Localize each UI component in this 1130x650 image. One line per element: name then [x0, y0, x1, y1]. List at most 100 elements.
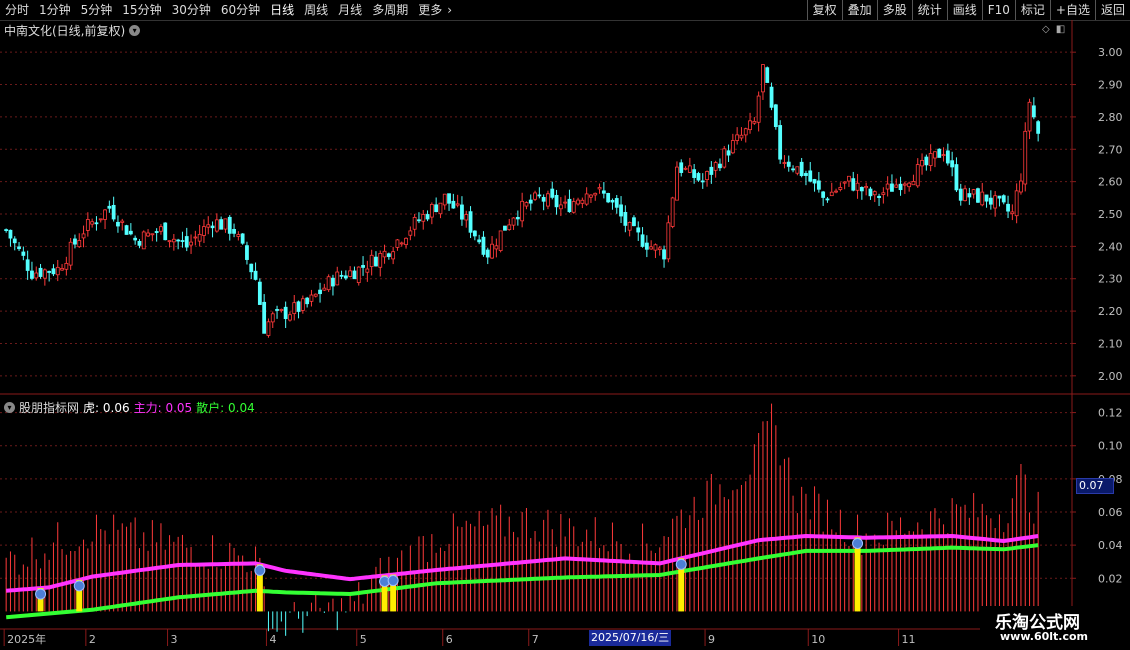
- candle-body: [902, 183, 907, 186]
- candle-body: [726, 150, 731, 156]
- window-toggle-icon[interactable]: ◧: [1056, 24, 1065, 35]
- candle-body: [610, 199, 615, 203]
- candle-body: [567, 198, 572, 213]
- candle-body: [571, 201, 576, 213]
- candle-body: [197, 233, 202, 242]
- candle-body: [756, 95, 761, 123]
- candle-body: [589, 194, 593, 198]
- candle-body: [700, 180, 705, 183]
- candle-body: [1014, 190, 1019, 217]
- candle-body: [348, 270, 353, 277]
- candle-body: [369, 254, 374, 267]
- candle-body: [417, 219, 421, 222]
- candle-body: [133, 237, 138, 241]
- indicator-header: ▾ 股朋指标网 虎: 0.06 主力: 0.05 散户: 0.04: [4, 399, 255, 416]
- candle-body: [343, 275, 348, 279]
- candle-body: [210, 225, 215, 229]
- indicator-field: 散户: 0.04: [196, 401, 255, 415]
- candle-body: [924, 156, 929, 166]
- price-tick-label: 2.60: [1098, 176, 1123, 189]
- candle-body: [563, 201, 568, 204]
- candle-body: [429, 203, 434, 218]
- indicator-tick-label: 0.02: [1098, 572, 1123, 585]
- candle-body: [761, 64, 765, 93]
- candle-body: [1036, 121, 1041, 134]
- price-tick-label: 2.80: [1098, 111, 1123, 124]
- candle-body: [963, 188, 967, 202]
- candle-body: [163, 222, 168, 241]
- candle-body: [679, 162, 684, 173]
- date-tick-label: 9: [708, 633, 715, 646]
- candle-body: [378, 253, 383, 268]
- candle-body: [515, 216, 520, 220]
- candle-body: [464, 214, 469, 221]
- signal-dot: [35, 588, 47, 600]
- candle-body: [219, 219, 224, 230]
- date-tick-label: 10: [811, 633, 825, 646]
- candle-body: [322, 287, 327, 291]
- candle-body: [12, 238, 17, 244]
- candle-body: [107, 205, 112, 209]
- indicator-tick-label: 0.06: [1098, 506, 1123, 519]
- candle-body: [356, 266, 361, 284]
- chart-title: 中南文化(日线,前复权) ▾: [4, 22, 141, 39]
- candle-body: [907, 182, 912, 188]
- candle-body: [460, 204, 464, 220]
- chevron-down-icon[interactable]: ▾: [129, 25, 141, 36]
- candle-body: [739, 134, 744, 139]
- candle-body: [533, 192, 537, 200]
- candle-body: [791, 168, 795, 171]
- candle-body: [438, 202, 443, 215]
- candle-body: [300, 298, 305, 311]
- candle-body: [958, 188, 963, 201]
- diamond-icon[interactable]: ◇: [1042, 24, 1050, 35]
- candle-body: [524, 202, 529, 207]
- candle-body: [262, 301, 267, 334]
- candle-body: [890, 183, 894, 192]
- candle-body: [1027, 101, 1032, 132]
- candle-body: [193, 236, 198, 239]
- candle-body: [38, 267, 43, 277]
- candle-body: [915, 164, 920, 187]
- indicator-tick-label: 0.04: [1098, 539, 1123, 552]
- candle-body: [34, 272, 39, 279]
- candle-body: [124, 225, 129, 235]
- candle-body: [593, 192, 598, 196]
- candle-body: [498, 230, 503, 251]
- candle-body: [748, 120, 752, 131]
- candle-body: [954, 164, 959, 191]
- candle-body: [1023, 130, 1028, 185]
- candle-body: [920, 160, 924, 167]
- candle-body: [318, 289, 322, 295]
- indicator-field: 主力: 0.05: [133, 401, 193, 415]
- candle-body: [804, 173, 808, 176]
- candle-body: [967, 193, 972, 198]
- candle-body: [391, 251, 396, 260]
- candle-body: [288, 314, 292, 321]
- candle-body: [937, 148, 942, 158]
- candle-body: [60, 268, 64, 271]
- date-tick-label: 5: [360, 633, 367, 646]
- candle-body: [1010, 211, 1015, 215]
- candle-body: [275, 309, 279, 311]
- candle-body: [116, 221, 120, 227]
- candle-body: [485, 249, 490, 258]
- candle-body: [971, 189, 976, 195]
- date-tick-label: 2: [89, 633, 96, 646]
- candle-body: [1031, 105, 1036, 118]
- stock-chart[interactable]: 2.00 2.10 2.20 2.30 2.40 2.50 2.60 2.70 2.80 2.90…: [0, 0, 1130, 650]
- candle-body: [1001, 195, 1006, 203]
- candle-body: [933, 151, 937, 159]
- candle-body: [825, 198, 830, 201]
- candle-body: [558, 204, 563, 210]
- candle-body: [382, 250, 387, 258]
- cursor-date-label: 2025/07/16/三: [589, 630, 672, 646]
- candle-body: [1019, 180, 1023, 193]
- candle-body: [279, 309, 284, 311]
- chevron-down-icon[interactable]: ▾: [4, 402, 15, 413]
- candle-body: [550, 188, 555, 198]
- candle-body: [640, 234, 645, 247]
- price-tick-label: 2.00: [1098, 370, 1123, 383]
- candle-body: [30, 270, 34, 279]
- candle-body: [829, 191, 834, 197]
